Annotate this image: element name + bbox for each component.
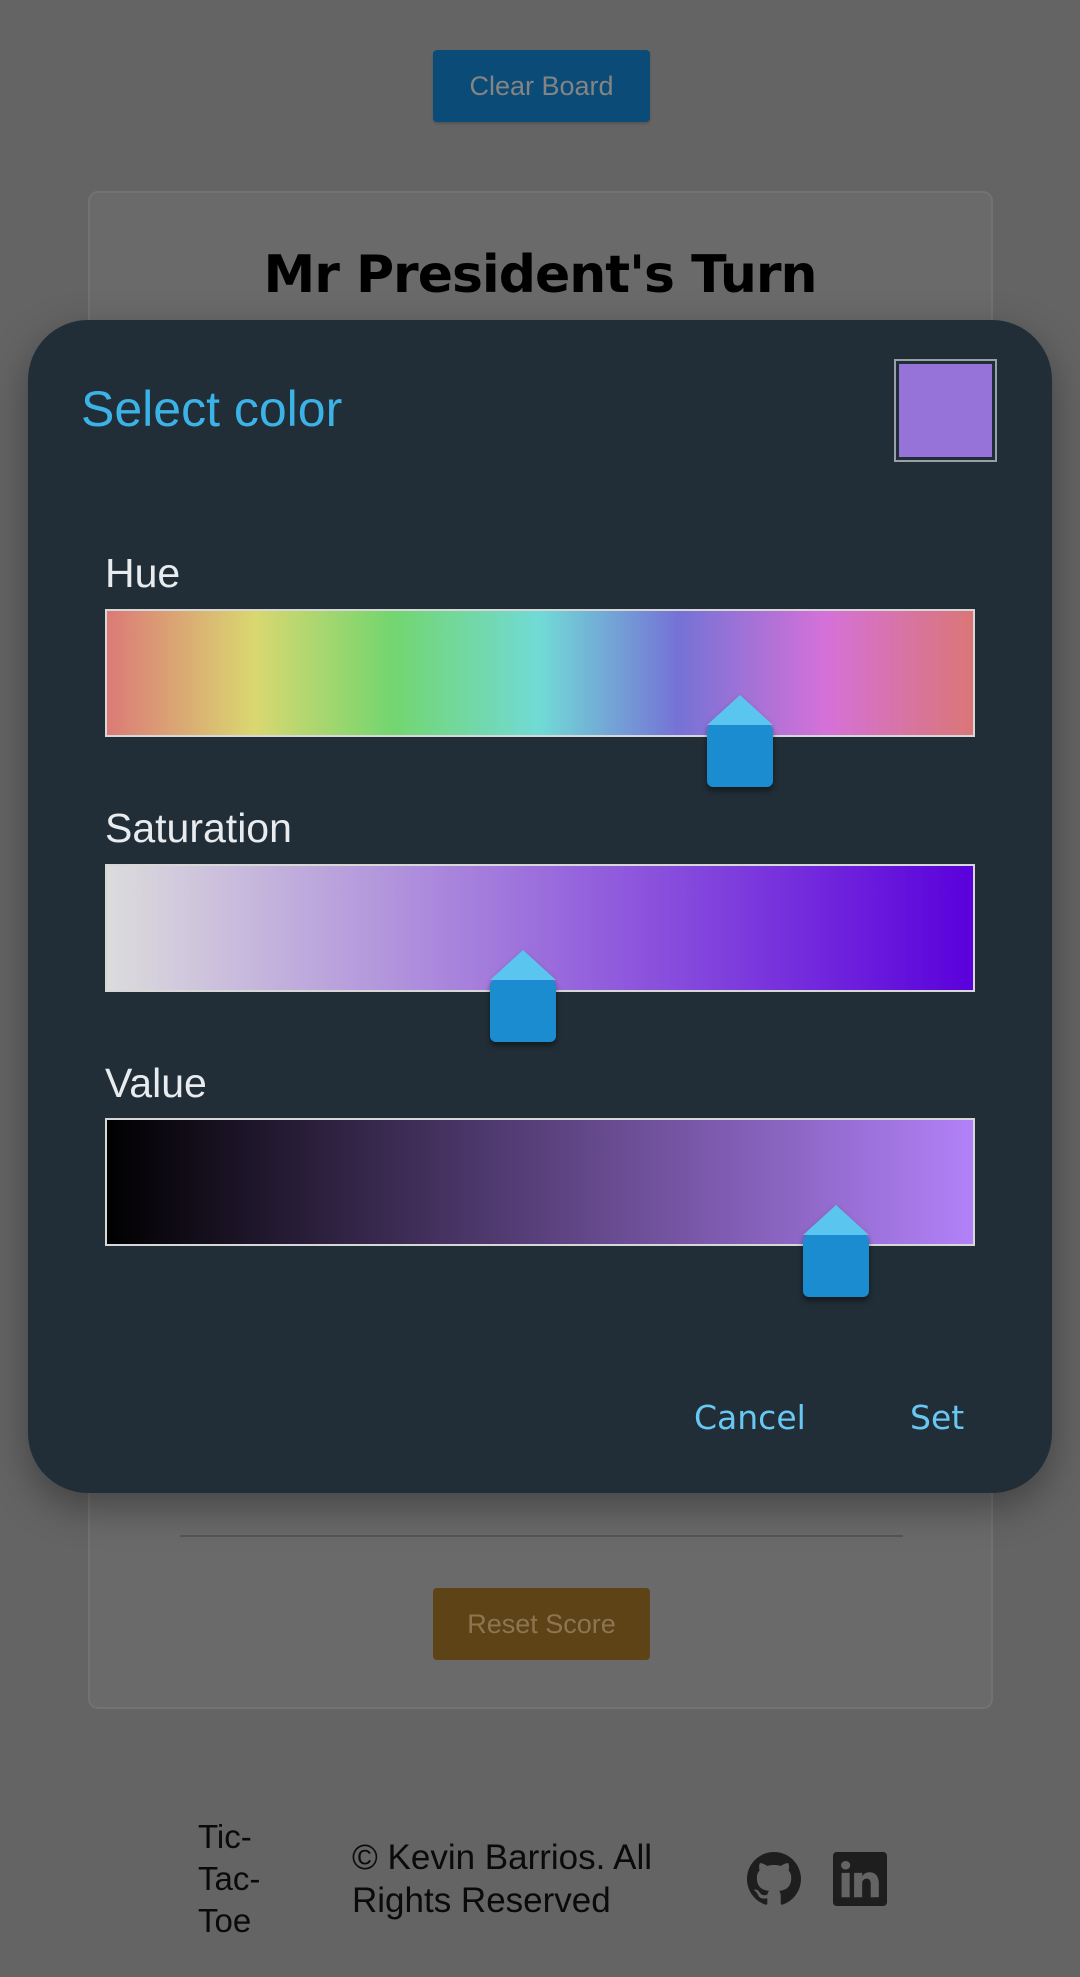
saturation-label: Saturation bbox=[105, 805, 292, 851]
footer-copyright: © Kevin Barrios. All Rights Reserved bbox=[352, 1838, 653, 1920]
value-slider-thumb[interactable] bbox=[802, 1205, 869, 1301]
github-icon[interactable] bbox=[747, 1852, 801, 1906]
reset-score-button[interactable]: Reset Score bbox=[433, 1588, 650, 1660]
value-label: Value bbox=[105, 1060, 207, 1106]
footer-brand: Tic- Tac- Toe bbox=[198, 1816, 260, 1942]
saturation-slider-thumb[interactable] bbox=[489, 950, 556, 1046]
footer-brand-line: Toe bbox=[198, 1902, 252, 1939]
cancel-button[interactable]: Cancel bbox=[694, 1398, 806, 1437]
color-preview-fill bbox=[899, 364, 992, 457]
color-preview-swatch bbox=[894, 359, 997, 462]
hue-slider-thumb[interactable] bbox=[707, 695, 774, 791]
clear-board-button[interactable]: Clear Board bbox=[433, 50, 650, 122]
hue-slider-track[interactable] bbox=[105, 609, 975, 737]
linkedin-icon[interactable] bbox=[833, 1852, 887, 1906]
footer-brand-line: Tac- bbox=[198, 1860, 261, 1897]
hue-label: Hue bbox=[105, 550, 181, 596]
divider bbox=[180, 1535, 903, 1537]
footer-brand-line: Tic- bbox=[198, 1818, 252, 1855]
dialog-title: Select color bbox=[81, 381, 343, 437]
turn-title: Mr President's Turn bbox=[263, 245, 817, 305]
set-button[interactable]: Set bbox=[910, 1398, 964, 1437]
